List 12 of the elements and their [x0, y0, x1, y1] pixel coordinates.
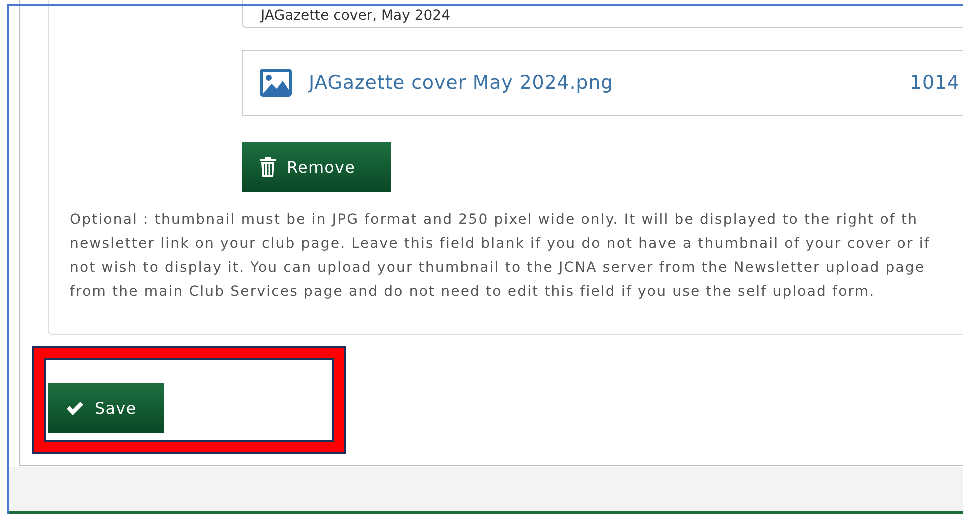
description-field[interactable]: JAGazette cover, May 2024: [242, 0, 963, 28]
remove-button[interactable]: Remove: [242, 142, 391, 192]
help-text: newsletter link on your club page. Leave this field blank if you do not have a thumbnail of your cover or if: [70, 235, 930, 254]
image-icon: [259, 68, 293, 98]
help-text: Optional : thumbnail must be in JPG format and 250 pixel wide only. It will be displayed to the right of th: [70, 211, 918, 230]
help-text: from the main Club Services page and do not need to edit this field if you use the self upload form.: [70, 283, 876, 302]
save-button[interactable]: Save: [48, 383, 164, 433]
check-icon: [66, 400, 84, 416]
help-text: not wish to display it. You can upload your thumbnail to the JCNA server from the Newsletter upload page: [70, 259, 926, 278]
file-link[interactable]: JAGazette cover May 2024.png: [309, 72, 614, 94]
trash-icon: [260, 157, 276, 177]
file-size: 1014: [910, 72, 960, 94]
